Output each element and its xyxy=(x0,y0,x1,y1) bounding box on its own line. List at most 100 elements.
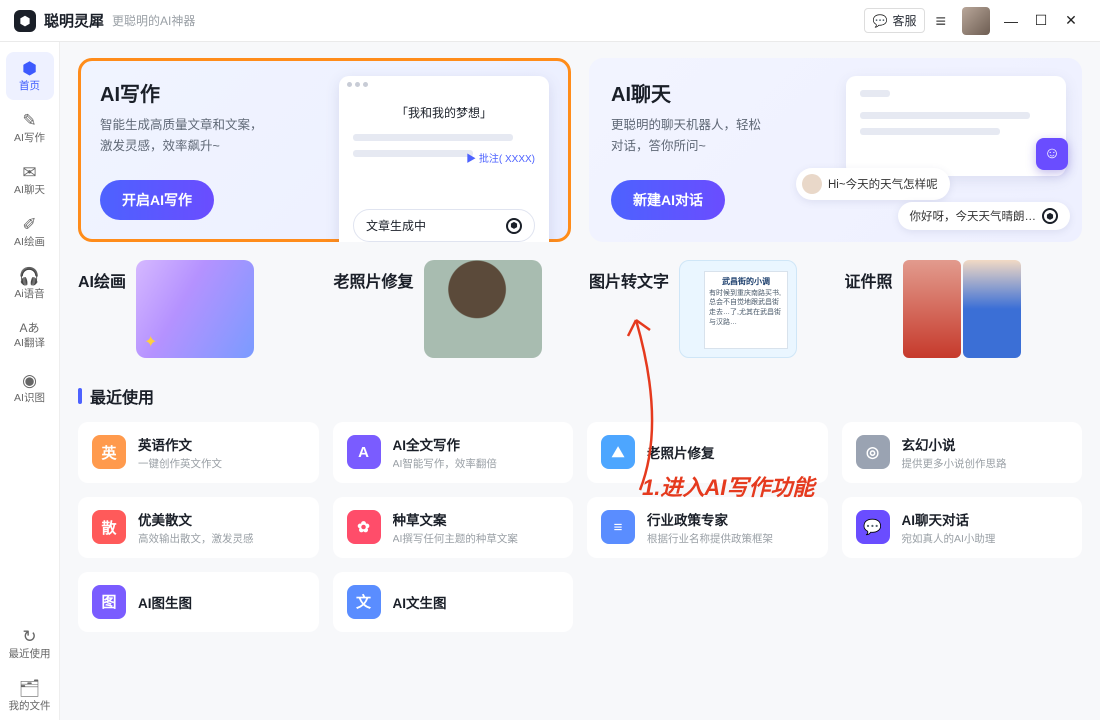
recent-card[interactable]: ◎ 玄幻小说提供更多小说创作思路 xyxy=(842,422,1083,483)
recent-card[interactable]: ≡ 行业政策专家根据行业名称提供政策框架 xyxy=(587,497,828,558)
card-title: 行业政策专家 xyxy=(647,509,773,529)
recent-card[interactable]: 英英语作文一键创作英文作文 xyxy=(78,422,319,483)
hero-write-desc: 智能生成高质量文章和文案，激发灵感，效率飙升~ xyxy=(100,115,300,158)
close-button[interactable]: ✕ xyxy=(1056,12,1086,29)
chat-fab-icon: ☺ xyxy=(1036,138,1068,170)
card-subtitle: 提供更多小说创作思路 xyxy=(902,456,1007,471)
sidebar-item-label: AI写作 xyxy=(14,130,45,145)
recent-card[interactable]: AAI全文写作AI智能写作，效率翻倍 xyxy=(333,422,574,483)
sidebar-item-voice[interactable]: 🎧Ai语音 xyxy=(6,260,54,308)
card-title: 英语作文 xyxy=(138,434,222,454)
card-subtitle: 一键创作英文作文 xyxy=(138,456,222,471)
card-icon: 散 xyxy=(92,510,126,544)
folder-icon: 🗂 xyxy=(19,680,41,697)
sidebar-item-recent[interactable]: ↻最近使用 xyxy=(6,620,54,668)
scan-icon: ◉ xyxy=(22,372,37,389)
sidebar-item-translate[interactable]: AあAI翻译 xyxy=(6,312,54,360)
card-title: AI图生图 xyxy=(138,592,192,612)
card-subtitle: 宛如真人的AI小助理 xyxy=(902,531,996,546)
recent-card[interactable]: ✿ 种草文案 AI撰写任何主题的种草文案 xyxy=(333,497,574,558)
sidebar: ⬢首页 ✎AI写作 ✉AI聊天 ✐AI绘画 🎧Ai语音 AあAI翻译 ◉AI识图… xyxy=(0,42,60,720)
hero-write-title: AI写作 xyxy=(100,78,300,107)
main-content: AI写作 智能生成高质量文章和文案，激发灵感，效率飙升~ 开启AI写作 AI 「… xyxy=(60,42,1100,720)
sidebar-item-ocr[interactable]: ◉AI识图 xyxy=(6,364,54,412)
minimize-button[interactable]: — xyxy=(996,13,1026,29)
sidebar-item-paint[interactable]: ✐AI绘画 xyxy=(6,208,54,256)
feature-title: 老照片修复 xyxy=(334,260,414,292)
card-icon: A xyxy=(347,435,381,469)
hero-card-write[interactable]: AI写作 智能生成高质量文章和文案，激发灵感，效率飙升~ 开启AI写作 AI 「… xyxy=(78,58,571,242)
feature-title: 证件照 xyxy=(845,260,893,292)
thumb-photo xyxy=(424,260,542,358)
service-label: 客服 xyxy=(892,12,916,29)
recent-card[interactable]: 文 AI文生图 xyxy=(333,572,574,632)
brush-icon: ✐ xyxy=(22,216,36,233)
sidebar-item-label: Ai语音 xyxy=(14,286,44,301)
sidebar-item-chat[interactable]: ✉AI聊天 xyxy=(6,156,54,204)
maximize-button[interactable]: ☐ xyxy=(1026,12,1056,29)
feature-ocr[interactable]: 图片转文字 武昌街的小调有时候到重庆南路买书,总会不自觉地跟武昌街走去…了,尤其… xyxy=(589,260,827,358)
card-icon: ✿ xyxy=(347,510,381,544)
home-icon: ⬢ xyxy=(22,60,37,77)
app-tagline: 更聪明的AI神器 xyxy=(112,12,195,29)
sidebar-item-files[interactable]: 🗂我的文件 xyxy=(6,672,54,720)
card-icon: 英 xyxy=(92,435,126,469)
chat-icon: 💬 xyxy=(873,14,888,28)
thumb-ocr: 武昌街的小调有时候到重庆南路买书,总会不自觉地跟武昌街走去…了,尤其在武昌街与汉… xyxy=(679,260,797,358)
preview-status: 文章生成中 ⬢ xyxy=(353,209,535,242)
sidebar-item-label: 首页 xyxy=(19,78,40,93)
app-name: 聪明灵犀 xyxy=(44,10,104,31)
sidebar-item-home[interactable]: ⬢首页 xyxy=(6,52,54,100)
sidebar-item-label: AI聊天 xyxy=(14,182,45,197)
recent-card[interactable]: 图 AI图生图 xyxy=(78,572,319,632)
customer-service-button[interactable]: 💬 客服 xyxy=(864,8,926,33)
card-subtitle: 高效输出散文，激发灵感 xyxy=(138,531,254,546)
history-icon: ↻ xyxy=(22,628,36,645)
card-title: AI全文写作 xyxy=(393,434,497,454)
card-icon: ≡ xyxy=(601,510,635,544)
sidebar-item-label: AI绘画 xyxy=(14,234,45,249)
card-title: AI文生图 xyxy=(393,592,447,612)
chat-bubble-user: Hi~今天的天气怎样呢 xyxy=(796,168,950,200)
translate-icon: Aあ xyxy=(19,322,39,334)
brand-mini-icon: ⬢ xyxy=(506,218,522,234)
card-subtitle: 根据行业名称提供政策框架 xyxy=(647,531,773,546)
feature-photo-restore[interactable]: 老照片修复 xyxy=(334,260,572,358)
card-subtitle: AI撰写任何主题的种草文案 xyxy=(393,531,518,546)
card-title: 老照片修复 xyxy=(647,442,715,462)
sidebar-item-write[interactable]: ✎AI写作 xyxy=(6,104,54,152)
thumb-paint xyxy=(136,260,254,358)
card-icon: 图 xyxy=(92,585,126,619)
user-avatar[interactable] xyxy=(962,7,990,35)
card-title: AI聊天对话 xyxy=(902,509,996,529)
preview-tag: ▶ 批注( XXXX) xyxy=(466,150,535,165)
chat-bubble-bot: 你好呀，今天天气晴朗…⬢ xyxy=(898,202,1071,230)
card-icon: ⛰ xyxy=(601,435,635,469)
card-title: 玄幻小说 xyxy=(902,434,1007,454)
recent-card[interactable]: ⛰ 老照片修复 xyxy=(587,422,828,483)
thumb-id xyxy=(903,260,1021,358)
recent-card[interactable]: 💬 AI聊天对话宛如真人的AI小助理 xyxy=(842,497,1083,558)
card-title: 优美散文 xyxy=(138,509,254,529)
card-title: 种草文案 xyxy=(393,509,518,529)
brand-mini-icon: ⬢ xyxy=(1042,208,1058,224)
sidebar-item-label: AI翻译 xyxy=(14,335,45,350)
card-icon: 💬 xyxy=(856,510,890,544)
hero-chat-title: AI聊天 xyxy=(611,78,811,107)
feature-id-photo[interactable]: 证件照 xyxy=(845,260,1083,358)
hamburger-menu-icon[interactable]: ≡ xyxy=(935,12,946,30)
new-ai-chat-button[interactable]: 新建AI对话 xyxy=(611,180,725,220)
sidebar-item-label: AI识图 xyxy=(14,390,45,405)
sidebar-item-label: 最近使用 xyxy=(9,646,51,661)
hero-card-chat[interactable]: AI聊天 更聪明的聊天机器人，轻松对话，答你所问~ 新建AI对话 ☺ Hi~今天… xyxy=(589,58,1082,242)
card-icon: ◎ xyxy=(856,435,890,469)
feature-ai-paint[interactable]: AI绘画 xyxy=(78,260,316,358)
start-ai-write-button[interactable]: 开启AI写作 xyxy=(100,180,214,220)
recent-grid: 英英语作文一键创作英文作文AAI全文写作AI智能写作，效率翻倍⛰老照片修复◎玄幻… xyxy=(78,422,1082,632)
card-icon: 文 xyxy=(347,585,381,619)
chat-icon: ✉ xyxy=(22,164,36,181)
feature-title: AI绘画 xyxy=(78,260,126,292)
sidebar-item-label: 我的文件 xyxy=(9,698,51,713)
recent-card[interactable]: 散优美散文高效输出散文，激发灵感 xyxy=(78,497,319,558)
pen-icon: ✎ xyxy=(22,112,36,129)
